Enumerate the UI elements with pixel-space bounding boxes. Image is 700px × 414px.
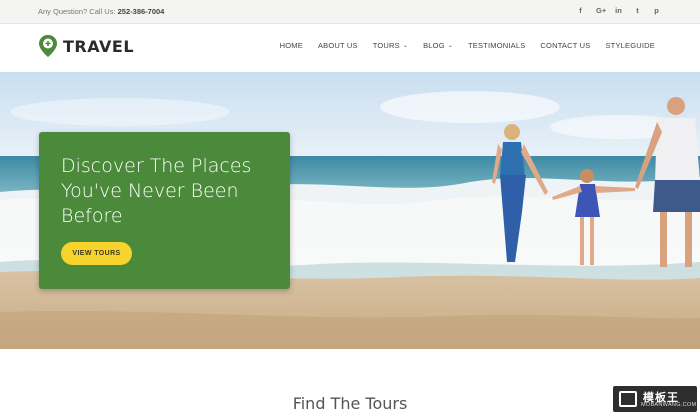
nav-tours[interactable]: TOURS ⌄ — [373, 41, 408, 50]
map-pin-icon — [39, 35, 57, 57]
logo-text: TRAVEL — [63, 36, 135, 56]
nav-label: TOURS — [372, 41, 400, 50]
contact-info: Any Question? Call Us: 252-386-7004 — [38, 7, 164, 16]
social-links: f G+ in t p — [577, 6, 660, 15]
site-logo[interactable]: TRAVEL — [38, 34, 134, 58]
nav-about-us[interactable]: ABOUT US — [318, 41, 358, 50]
nav-contact-us[interactable]: CONTACT US — [540, 41, 590, 50]
nav-label: STYLEGUIDE — [605, 41, 655, 50]
hero-banner: Discover The Places You've Never Been Be… — [0, 72, 700, 349]
watermark-url: MOBANWANG.COM — [641, 402, 697, 408]
watermark-logo-icon — [619, 391, 637, 407]
linkedin-icon[interactable]: in — [615, 6, 622, 15]
pinterest-icon[interactable]: p — [653, 6, 660, 15]
tours-section: Find The Tours — [0, 349, 700, 414]
nav-testimonials[interactable]: TESTIMONIALS — [468, 41, 525, 50]
phone-number[interactable]: 252-386-7004 — [118, 7, 165, 16]
contact-prefix: Any Question? Call Us: — [38, 7, 116, 16]
site-header: TRAVEL HOME ABOUT US TOURS ⌄ BLOG ⌄ TESTIM… — [0, 24, 700, 72]
hero-headline: Discover The Places You've Never Been Be… — [61, 155, 252, 227]
section-title: Find The Tours — [292, 394, 408, 413]
chevron-down-icon: ⌄ — [447, 43, 453, 49]
google-plus-icon[interactable]: G+ — [596, 6, 606, 15]
top-bar: Any Question? Call Us: 252-386-7004 f G+… — [0, 0, 700, 24]
nav-label: TESTIMONIALS — [468, 41, 526, 50]
nav-home[interactable]: HOME — [280, 41, 303, 50]
watermark-badge: 模板王 MOBANWANG.COM — [613, 386, 697, 412]
twitter-icon[interactable]: t — [634, 6, 641, 15]
facebook-icon[interactable]: f — [577, 6, 584, 15]
nav-label: ABOUT US — [317, 41, 358, 50]
nav-label: CONTACT US — [540, 41, 591, 50]
chevron-down-icon: ⌄ — [402, 43, 409, 49]
nav-styleguide[interactable]: STYLEGUIDE — [605, 41, 655, 50]
nav-label: BLOG — [423, 41, 445, 50]
nav-blog[interactable]: BLOG ⌄ — [423, 41, 453, 50]
view-tours-button[interactable]: VIEW TOURS — [61, 242, 132, 265]
hero-card: Discover The Places You've Never Been Be… — [39, 132, 290, 289]
nav-label: HOME — [279, 41, 303, 50]
main-nav: HOME ABOUT US TOURS ⌄ BLOG ⌄ TESTIMONIALS … — [280, 41, 655, 50]
